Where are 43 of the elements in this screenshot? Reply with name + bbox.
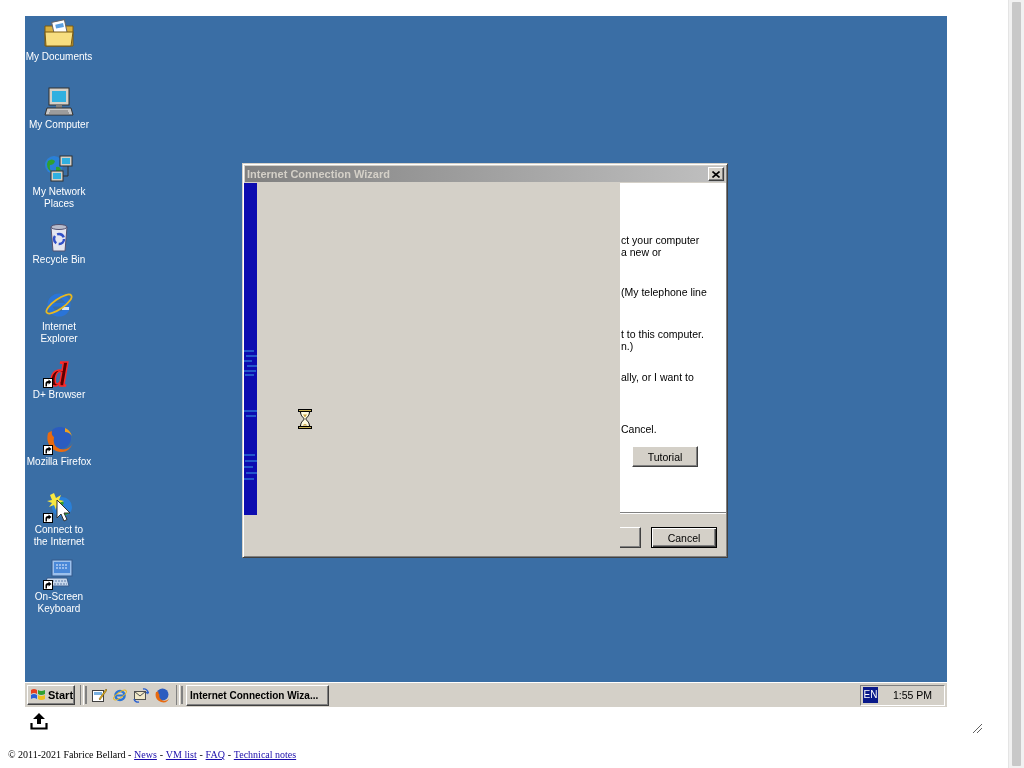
close-button[interactable]	[708, 167, 724, 181]
taskbar-window-button[interactable]: Internet Connection Wiza...	[186, 684, 329, 706]
cancel-button[interactable]: Cancel	[651, 527, 717, 548]
clock: 1:55 PM	[892, 689, 932, 701]
toolbar-grip[interactable]	[176, 685, 180, 705]
language-indicator[interactable]: EN	[863, 687, 878, 703]
envelope-arrows-icon[interactable]	[133, 687, 149, 703]
window-title: Internet Connection Wizard	[247, 167, 390, 181]
desktop-icon-label[interactable]: Internet Explorer	[40, 321, 78, 345]
desktop-icon-label[interactable]: My Computer	[29, 118, 89, 131]
resize-grip-icon[interactable]	[972, 723, 982, 733]
wizard-text: ct your computer a new or	[621, 234, 700, 258]
upload-icon[interactable]	[30, 712, 48, 730]
keyboard-monitor-icon[interactable]	[43, 558, 75, 590]
footer-link[interactable]: Technical notes	[233, 749, 297, 760]
desktop-icon-label[interactable]: Mozilla Firefox	[26, 456, 92, 468]
desktop-icon-label[interactable]: Recycle Bin	[32, 253, 86, 266]
footer-link[interactable]: FAQ	[205, 749, 225, 760]
close-icon	[712, 170, 720, 178]
desktop-icon-label[interactable]: Connect to the Internet	[33, 523, 85, 548]
wizard-text: t to this computer. n.)	[621, 328, 704, 352]
cut-off-button[interactable]	[620, 527, 641, 548]
show-desktop-icon[interactable]	[91, 687, 107, 703]
toolbar-grip[interactable]	[80, 685, 84, 705]
scrollbar[interactable]	[1008, 0, 1024, 768]
tutorial-button[interactable]: Tutorial	[632, 446, 698, 467]
wizard-text: ally, or I want to	[621, 371, 694, 383]
desktop-icon-label[interactable]: D+ Browser	[32, 388, 86, 401]
wizard-text: Cancel.	[621, 423, 657, 435]
footer-link[interactable]: News	[134, 749, 157, 760]
desktop-icon-label[interactable]: My Documents	[25, 51, 93, 63]
desktop-icon-label[interactable]: My Network Places	[32, 186, 86, 210]
start-button[interactable]: Start	[27, 685, 75, 705]
wizard-text: (My telephone line	[621, 286, 707, 298]
computer-icon[interactable]	[43, 85, 75, 118]
browser-icon[interactable]	[112, 687, 128, 703]
windows-flag-icon	[30, 688, 46, 702]
footer-text: © 2011-2021 Fabrice Bellard - News - VM list - FAQ - Technical notes	[8, 749, 297, 761]
footer-link[interactable]: VM list	[165, 749, 197, 760]
desktop-icon-label[interactable]: On-Screen Keyboard	[34, 591, 84, 615]
hourglass-icon	[298, 409, 312, 429]
network-globe-icon[interactable]	[43, 153, 75, 185]
folder-icon[interactable]	[43, 18, 75, 50]
